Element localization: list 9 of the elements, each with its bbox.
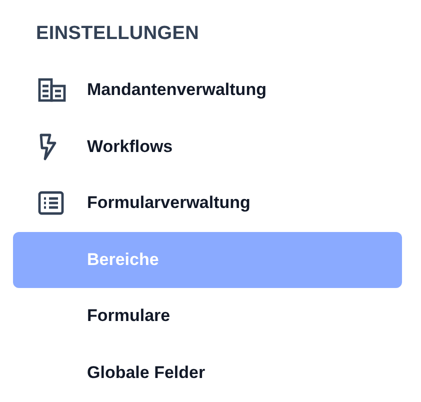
lightning-icon bbox=[38, 132, 58, 160]
section-title: EINSTELLUNGEN bbox=[35, 22, 200, 46]
menu-item[interactable]: Workflows bbox=[13, 118, 402, 174]
menu-item[interactable]: Formulare bbox=[13, 288, 402, 344]
menu-item[interactable]: Formularverwaltung bbox=[13, 175, 402, 231]
menu-item[interactable]: Globale Felder bbox=[13, 344, 402, 400]
building-icon bbox=[38, 78, 66, 102]
list-icon bbox=[38, 191, 64, 215]
menu-item[interactable]: Mandantenverwaltung bbox=[13, 62, 402, 118]
